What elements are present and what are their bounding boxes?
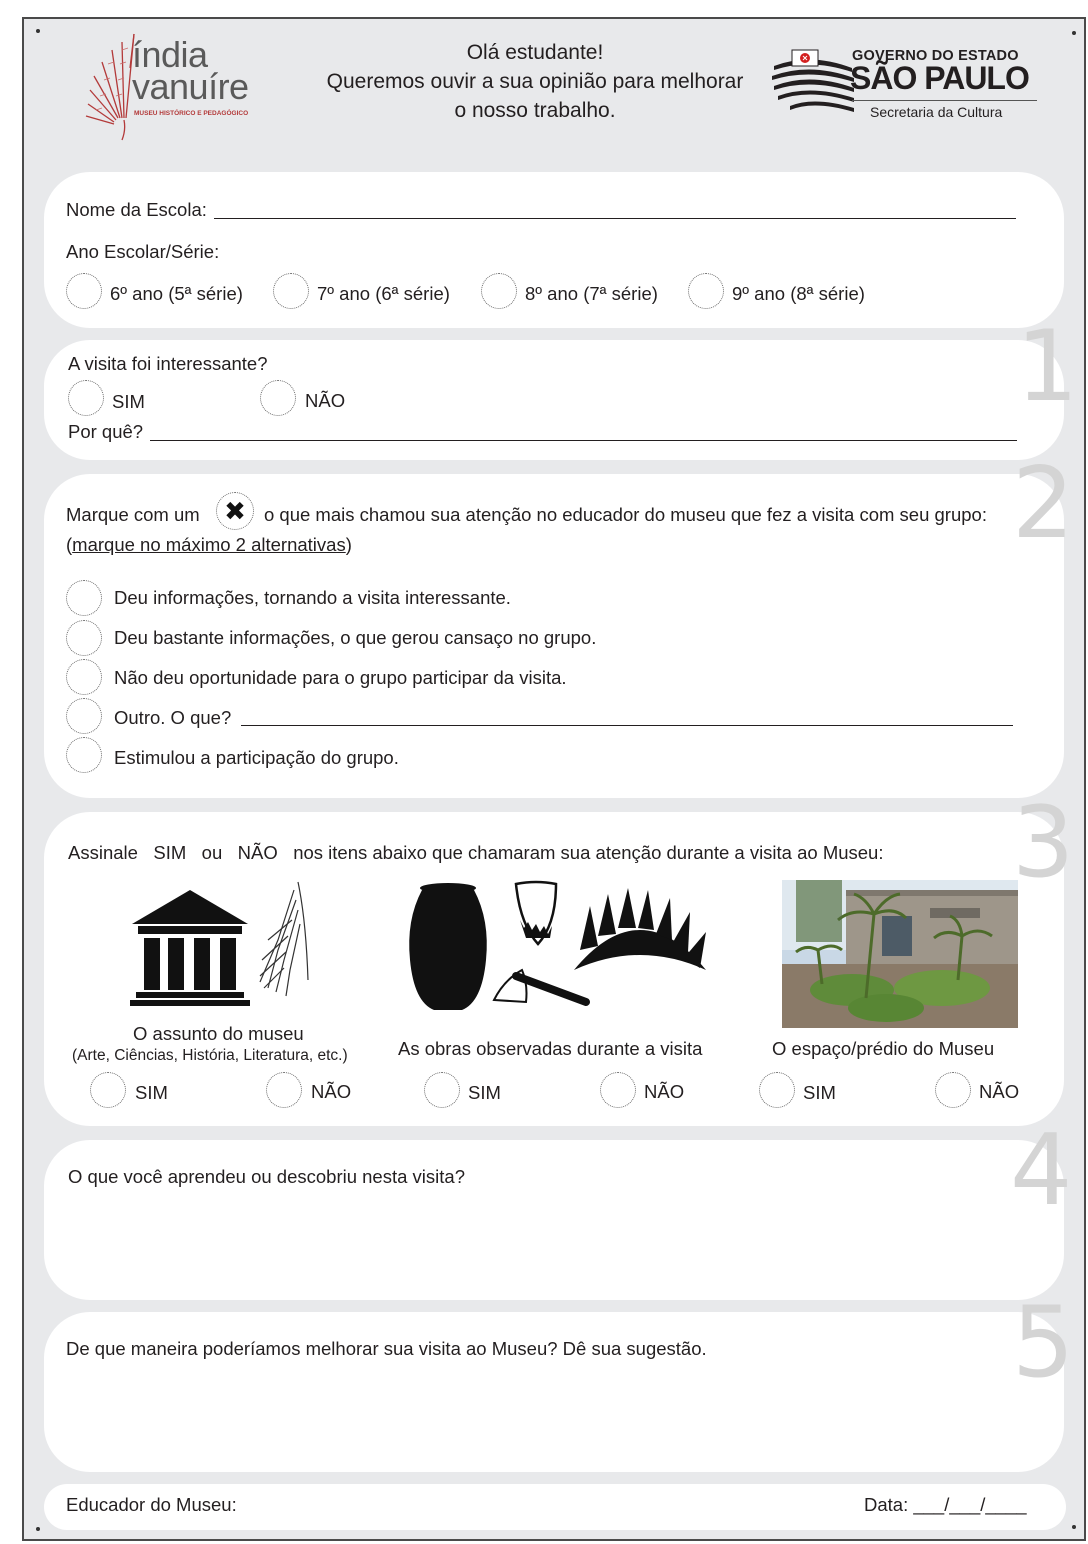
item-1-yes-label: SIM bbox=[135, 1082, 168, 1103]
item-3-no-label: NÃO bbox=[979, 1081, 1020, 1102]
option-4-other-field[interactable] bbox=[241, 725, 1013, 726]
item-1-yes-radio[interactable] bbox=[90, 1072, 126, 1108]
corner-dot bbox=[36, 29, 40, 33]
museum-logo: índia vanuíre MUSEU HISTÓRICO E PEDAGÓGI… bbox=[84, 28, 264, 141]
grade-7-label: 7º ano (6ª série) bbox=[317, 283, 450, 304]
government-logo: GOVERNO DO ESTADO SÃO PAULO Secretaria d… bbox=[770, 40, 1040, 130]
grade-9-radio[interactable] bbox=[688, 273, 724, 309]
question-1-text: A visita foi interessante? bbox=[68, 353, 268, 374]
question-2-prompt-end: o que mais chamou sua atenção no educado… bbox=[264, 504, 987, 525]
educator-label: Educador do Museu: bbox=[66, 1494, 237, 1515]
greeting-line3: o nosso trabalho. bbox=[454, 99, 616, 122]
item-1-subtitle: (Arte, Ciências, História, Literatura, e… bbox=[72, 1047, 348, 1064]
option-2-label: Deu bastante informações, o que gerou ca… bbox=[114, 627, 597, 648]
item-2-yes-radio[interactable] bbox=[424, 1072, 460, 1108]
grade-8-label: 8º ano (7ª série) bbox=[525, 283, 658, 304]
question-5-answer-area[interactable] bbox=[66, 1368, 1006, 1458]
greeting-line2: Queremos ouvir a sua opinião para melhor… bbox=[326, 70, 744, 93]
grade-8-radio[interactable] bbox=[481, 273, 517, 309]
question-1-yes-label: SIM bbox=[112, 391, 145, 412]
question-1-yes-radio[interactable] bbox=[68, 380, 104, 416]
item-1-no-radio[interactable] bbox=[266, 1072, 302, 1108]
option-1-checkbox[interactable] bbox=[66, 580, 102, 616]
question-1-why-field[interactable] bbox=[150, 440, 1017, 441]
question-1-why-label: Por quê? bbox=[68, 421, 144, 442]
question-1-no-radio[interactable] bbox=[260, 380, 296, 416]
artifacts-icon bbox=[409, 880, 706, 1010]
logo-subtitle: MUSEU HISTÓRICO E PEDAGÓGICO bbox=[134, 110, 249, 117]
option-4-checkbox[interactable] bbox=[66, 698, 102, 734]
option-3-label: Não deu oportunidade para o grupo partic… bbox=[114, 667, 567, 688]
school-name-label: Nome da Escola: bbox=[66, 199, 207, 220]
corner-dot bbox=[1072, 31, 1076, 35]
question-5-text: De que maneira poderíamos melhorar sua v… bbox=[66, 1338, 707, 1359]
secretariat-name: Secretaria da Cultura bbox=[870, 104, 1003, 120]
museum-building-photo bbox=[782, 880, 1018, 1028]
x-mark-icon: ✖ bbox=[216, 492, 254, 530]
item-2-yes-label: SIM bbox=[468, 1082, 501, 1103]
question-2-note-text: marque no máximo 2 alternativas bbox=[72, 534, 346, 555]
date-field[interactable]: Data: ___/___/____ bbox=[864, 1494, 1027, 1516]
greeting: Olá estudante! Queremos ouvir a sua opin… bbox=[300, 38, 770, 125]
grade-6-radio[interactable] bbox=[66, 273, 102, 309]
grade-7-radio[interactable] bbox=[273, 273, 309, 309]
question-4-number: 4 bbox=[1010, 1114, 1073, 1228]
item-2-no-label: NÃO bbox=[644, 1081, 685, 1102]
option-5-checkbox[interactable] bbox=[66, 737, 102, 773]
question-3-prompt: Assinale SIM ou NÃO nos itens abaixo que… bbox=[68, 842, 884, 863]
item-2-no-radio[interactable] bbox=[600, 1072, 636, 1108]
logo-text-line2: vanuíre bbox=[132, 66, 249, 107]
question-5-number: 5 bbox=[1012, 1286, 1075, 1400]
option-5-label: Estimulou a participação do grupo. bbox=[114, 747, 399, 768]
item-3-no-radio[interactable] bbox=[935, 1072, 971, 1108]
question-4-text: O que você aprendeu ou descobriu nesta v… bbox=[68, 1166, 465, 1187]
question-2-prompt-start: Marque com um bbox=[66, 504, 200, 525]
item-3-yes-label: SIM bbox=[803, 1082, 836, 1103]
state-flag-icon bbox=[772, 49, 854, 112]
question-1-no-label: NÃO bbox=[305, 390, 346, 411]
item-1-no-label: NÃO bbox=[311, 1081, 352, 1102]
museum-building-icon bbox=[130, 881, 309, 1006]
item-2-title: As obras observadas durante a visita bbox=[398, 1038, 703, 1059]
question-3-number: 3 bbox=[1012, 786, 1075, 900]
item-1-title: O assunto do museu bbox=[133, 1023, 304, 1044]
logo-divider bbox=[852, 100, 1037, 101]
option-3-checkbox[interactable] bbox=[66, 659, 102, 695]
question-2-number: 2 bbox=[1012, 447, 1075, 561]
grade-6-label: 6º ano (5ª série) bbox=[110, 283, 243, 304]
grade-9-label: 9º ano (8ª série) bbox=[732, 283, 865, 304]
grade-label: Ano Escolar/Série: bbox=[66, 241, 220, 262]
question-1-number: 1 bbox=[1016, 310, 1079, 424]
corner-dot bbox=[36, 1527, 40, 1531]
option-2-checkbox[interactable] bbox=[66, 620, 102, 656]
question-4-answer-area[interactable] bbox=[68, 1196, 1008, 1286]
greeting-line1: Olá estudante! bbox=[466, 41, 604, 64]
corner-dot bbox=[1072, 1525, 1076, 1529]
option-1-label: Deu informações, tornando a visita inter… bbox=[114, 587, 511, 608]
state-name: SÃO PAULO bbox=[850, 60, 1030, 96]
school-name-field[interactable] bbox=[214, 218, 1016, 219]
item-3-title: O espaço/prédio do Museu bbox=[772, 1038, 995, 1059]
item-3-yes-radio[interactable] bbox=[759, 1072, 795, 1108]
option-4-label: Outro. O que? bbox=[114, 707, 232, 728]
question-2-note: (marque no máximo 2 alternativas) bbox=[66, 534, 352, 555]
